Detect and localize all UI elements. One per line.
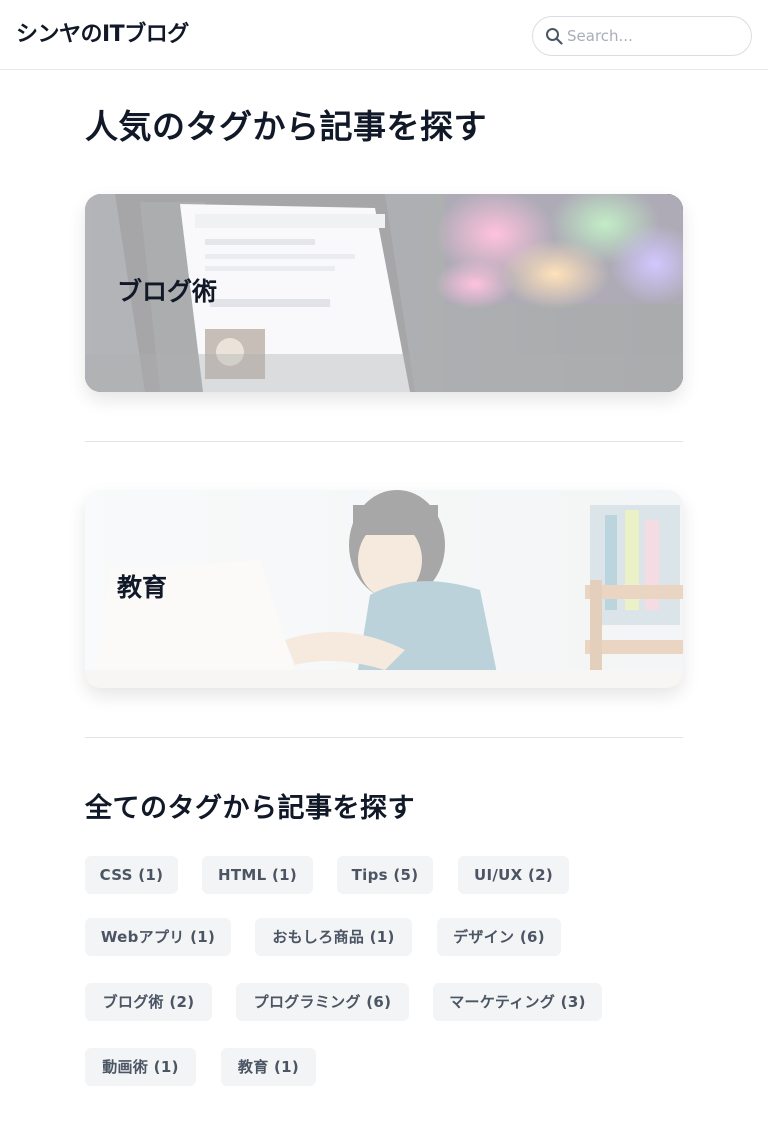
popular-tag-card-blog[interactable]: ブログ術	[85, 194, 683, 392]
card-label-education: 教育	[117, 573, 168, 602]
popular-tag-card-education[interactable]: 教育	[85, 490, 683, 688]
all-tags-heading: 全てのタグから記事を探す	[85, 793, 415, 824]
tag-chip-html[interactable]: HTML (1)	[202, 856, 313, 894]
tag-chip-video[interactable]: 動画術 (1)	[85, 1048, 196, 1086]
tag-chip-webapp[interactable]: Webアプリ (1)	[85, 918, 231, 956]
tag-chip-marketing[interactable]: マーケティング (3)	[433, 983, 602, 1021]
divider	[85, 737, 683, 738]
tag-chip-education[interactable]: 教育 (1)	[221, 1048, 316, 1086]
card-label-blog: ブログ術	[117, 277, 218, 306]
search-icon	[545, 27, 563, 45]
tag-chip-tips[interactable]: Tips (5)	[337, 856, 433, 894]
search-input[interactable]	[567, 27, 737, 45]
tag-chip-design[interactable]: デザイン (6)	[437, 918, 561, 956]
site-header: シンヤのITブログ	[0, 0, 768, 70]
search-box[interactable]	[532, 16, 752, 56]
site-title[interactable]: シンヤのITブログ	[16, 20, 189, 50]
popular-tags-heading: 人気のタグから記事を探す	[85, 107, 487, 146]
tag-chip-programming[interactable]: プログラミング (6)	[236, 983, 409, 1021]
divider	[85, 441, 683, 442]
tag-chip-css[interactable]: CSS (1)	[85, 856, 178, 894]
tag-chip-blogging[interactable]: ブログ術 (2)	[85, 983, 212, 1021]
tag-chip-funny-products[interactable]: おもしろ商品 (1)	[255, 918, 412, 956]
tag-chip-uiux[interactable]: UI/UX (2)	[458, 856, 569, 894]
